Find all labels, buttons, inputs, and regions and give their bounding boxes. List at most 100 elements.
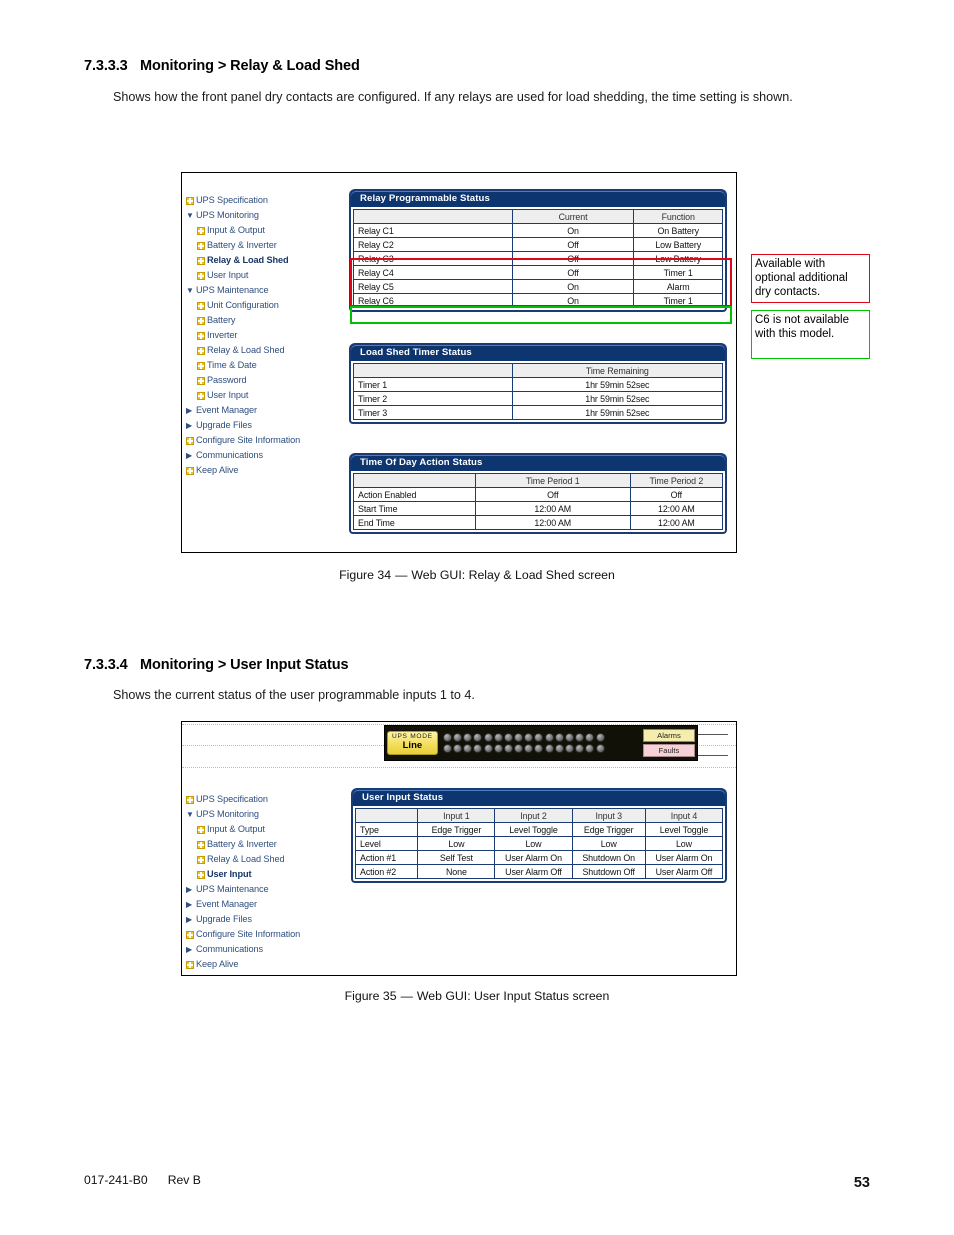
page-icon: [186, 930, 194, 939]
status-led-icon: [524, 733, 534, 742]
table-row: Relay C1 On On Battery: [353, 223, 723, 238]
triangle-right-icon[interactable]: ▶: [186, 900, 195, 909]
load-shed-timer-status-table: Time Remaining Timer 1 1hr 59min 52sec Time…: [353, 363, 724, 420]
figure35-caption-text: Web GUI: User Input Status screen: [416, 989, 610, 1003]
triangle-right-icon[interactable]: ▶: [186, 451, 195, 460]
triangle-right-icon[interactable]: ▶: [186, 885, 195, 894]
sidebar-item-label: User Input: [207, 389, 249, 400]
column-header: Time Remaining: [511, 363, 724, 378]
sidebar-item-label: Relay & Load Shed: [207, 853, 285, 864]
sidebar-item-label: Input & Output: [207, 823, 265, 834]
column-header: Input 2: [494, 808, 573, 823]
triangle-right-icon[interactable]: ▶: [186, 406, 195, 415]
sidebar-item-ups-maintenance[interactable]: ▶ UPS Maintenance: [186, 882, 300, 897]
sidebar-item-time-date[interactable]: Time & Date: [186, 358, 300, 373]
sidebar-item-configure-site-information[interactable]: Configure Site Information: [186, 927, 300, 942]
section-body-7333: Shows how the front panel dry contacts a…: [113, 90, 793, 104]
sidebar-item-keep-alive[interactable]: Keep Alive: [186, 957, 300, 972]
load-shed-timer-status-panel: Load Shed Timer Status Time Remaining Tim…: [349, 343, 727, 424]
sidebar-item-ups-specification[interactable]: UPS Specification: [186, 193, 300, 208]
sidebar-item-label: Keep Alive: [196, 464, 239, 475]
sidebar-item-label: UPS Maintenance: [196, 883, 269, 894]
row-label: Action #1: [354, 850, 419, 865]
sidebar-item-keep-alive[interactable]: Keep Alive: [186, 463, 300, 478]
triangle-right-icon[interactable]: ▶: [186, 421, 195, 430]
table-row: Relay C4 Off Timer 1: [353, 265, 723, 280]
sidebar-item-communications[interactable]: ▶ Communications: [186, 942, 300, 957]
sidebar-item-ups-monitoring[interactable]: ▼ UPS Monitoring: [186, 208, 300, 223]
table-row: Relay C6 On Timer 1: [353, 293, 723, 308]
sidebar-item-event-manager[interactable]: ▶ Event Manager: [186, 403, 300, 418]
section-heading-7333: 7.3.3.3 Monitoring > Relay & Load Shed: [84, 58, 360, 74]
cell-value: Timer 1: [633, 293, 723, 308]
table-row: Timer 2 1hr 59min 52sec: [353, 391, 724, 406]
status-led-icon: [503, 733, 513, 742]
timer-panel-body: Time Remaining Timer 1 1hr 59min 52sec Time…: [349, 361, 727, 424]
sidebar-item-label: Unit Configuration: [207, 299, 279, 310]
figure35-screenshot: UPS MODE Line Alarms Faults UPS Specific…: [181, 721, 737, 976]
triangle-down-icon[interactable]: ▼: [186, 810, 195, 819]
cell-value: Low Battery: [633, 237, 723, 252]
cell-value: 1hr 59min 52sec: [511, 391, 724, 406]
sidebar-item-upgrade-files[interactable]: ▶ Upgrade Files: [186, 912, 300, 927]
sidebar-item-input-output[interactable]: Input & Output: [186, 822, 300, 837]
sidebar-item-event-manager[interactable]: ▶ Event Manager: [186, 897, 300, 912]
figure35-sidebar-nav[interactable]: UPS Specification ▼ UPS Monitoring Input & …: [186, 792, 300, 972]
column-header: Input 4: [644, 808, 724, 823]
sidebar-item-label: Input & Output: [207, 224, 265, 235]
front-panel-band-divider: [182, 767, 736, 768]
status-led-icon: [442, 744, 452, 753]
callout-c6-not-available: C6 is not available with this model.: [751, 310, 870, 359]
user-input-panel-body: Input 1 Input 2 Input 3 Input 4 Type Edge Tri…: [351, 806, 727, 883]
row-label: Relay C1: [353, 223, 513, 238]
row-label: Type: [354, 822, 419, 837]
triangle-down-icon[interactable]: ▼: [186, 286, 195, 295]
sidebar-item-battery-inverter[interactable]: Battery & Inverter: [186, 837, 300, 852]
footer-revision: Rev B: [167, 1173, 201, 1187]
sidebar-item-label: Relay & Load Shed: [207, 344, 285, 355]
sidebar-item-user-input[interactable]: User Input: [186, 268, 300, 283]
sidebar-item-battery-inverter[interactable]: Battery & Inverter: [186, 238, 300, 253]
cell-value: Low Battery: [633, 251, 723, 266]
sidebar-item-user-input[interactable]: User Input: [186, 867, 300, 882]
sidebar-item-label: Event Manager: [196, 898, 258, 909]
sidebar-item-relay-load-shed[interactable]: Relay & Load Shed: [186, 852, 300, 867]
sidebar-item-password[interactable]: Password: [186, 373, 300, 388]
sidebar-item-configure-site-information[interactable]: Configure Site Information: [186, 433, 300, 448]
triangle-right-icon[interactable]: ▶: [186, 915, 195, 924]
sidebar-item-relay-load-shed[interactable]: Relay & Load Shed: [186, 253, 300, 268]
table-header-row: Time Remaining: [353, 363, 724, 378]
column-header: Time Period 1: [474, 473, 631, 488]
sidebar-item-ups-specification[interactable]: UPS Specification: [186, 792, 300, 807]
triangle-right-icon[interactable]: ▶: [186, 945, 195, 954]
sidebar-item-label: Event Manager: [196, 404, 258, 415]
page-icon: [197, 346, 205, 355]
sidebar-item-battery[interactable]: Battery: [186, 313, 300, 328]
sidebar-item-relay-load-shed[interactable]: Relay & Load Shed: [186, 343, 300, 358]
sidebar-item-label: Keep Alive: [196, 958, 239, 969]
triangle-down-icon[interactable]: ▼: [186, 211, 195, 220]
cell-value: On: [511, 223, 635, 238]
sidebar-item-input-output[interactable]: Input & Output: [186, 223, 300, 238]
sidebar-item-communications[interactable]: ▶ Communications: [186, 448, 300, 463]
ups-front-panel-led-strip: UPS MODE Line Alarms Faults: [384, 725, 698, 761]
sidebar-item-unit-configuration[interactable]: Unit Configuration: [186, 298, 300, 313]
sidebar-item-ups-monitoring[interactable]: ▼ UPS Monitoring: [186, 807, 300, 822]
sidebar-item-upgrade-files[interactable]: ▶ Upgrade Files: [186, 418, 300, 433]
sidebar-item-ups-maintenance[interactable]: ▼ UPS Maintenance: [186, 283, 300, 298]
sidebar-item-user-input[interactable]: User Input: [186, 388, 300, 403]
table-row: Start Time 12:00 AM 12:00 AM: [353, 501, 724, 516]
status-led-icon: [514, 733, 524, 742]
page-icon: [197, 855, 205, 864]
figure34-sidebar-nav[interactable]: UPS Specification ▼ UPS Monitoring Input & …: [186, 193, 300, 478]
row-label: Level: [354, 836, 419, 851]
page-icon: [186, 960, 194, 969]
page-icon: [197, 331, 205, 340]
section-number: 7.3.3.3: [84, 58, 128, 74]
relay-programmable-status-panel: Relay Programmable Status Current Functio…: [349, 189, 727, 312]
page-icon: [197, 361, 205, 370]
sidebar-item-inverter[interactable]: Inverter: [186, 328, 300, 343]
tod-panel-body: Time Period 1 Time Period 2 Action Enabled…: [349, 471, 727, 534]
alarms-indicator: Alarms: [643, 729, 695, 742]
row-label: Timer 3: [353, 405, 513, 420]
